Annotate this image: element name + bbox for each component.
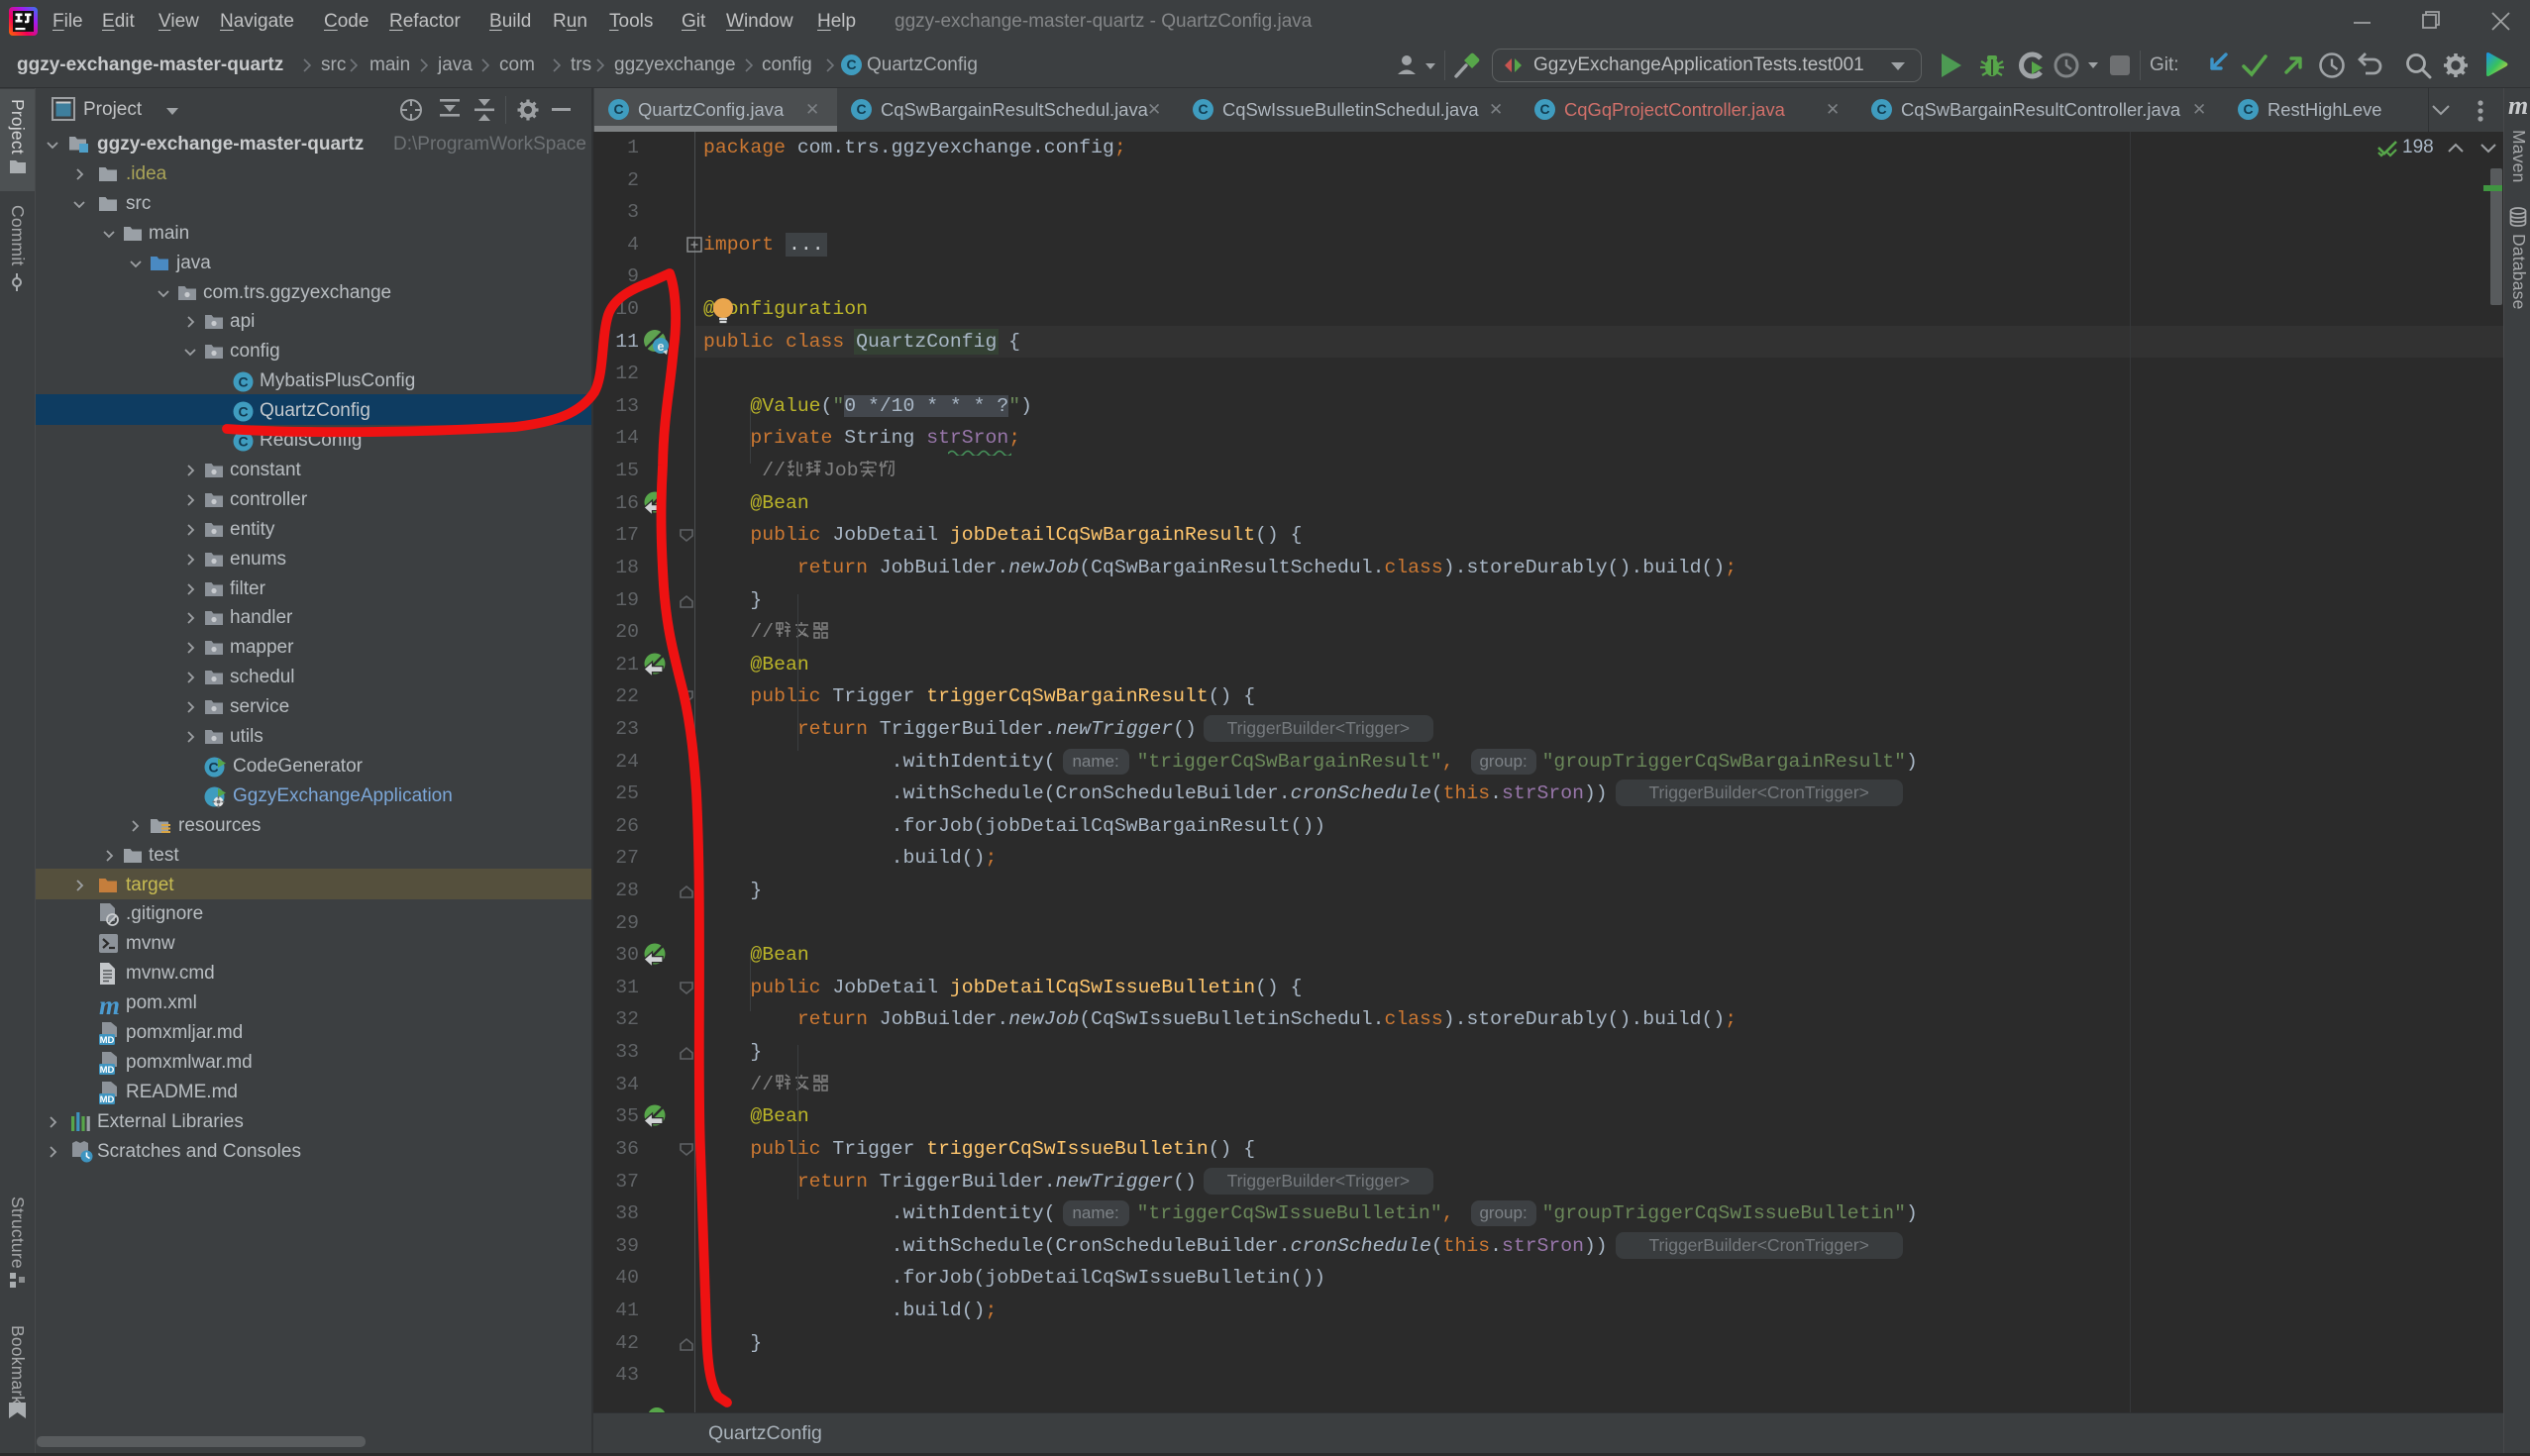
svg-text:C: C — [208, 759, 218, 775]
svg-text:MD: MD — [100, 1065, 115, 1075]
svg-text:MD: MD — [100, 1094, 115, 1104]
svg-text:C: C — [238, 404, 248, 420]
svg-text:C: C — [238, 434, 248, 450]
svg-text:C: C — [238, 374, 248, 390]
svg-text:MD: MD — [100, 1035, 115, 1045]
